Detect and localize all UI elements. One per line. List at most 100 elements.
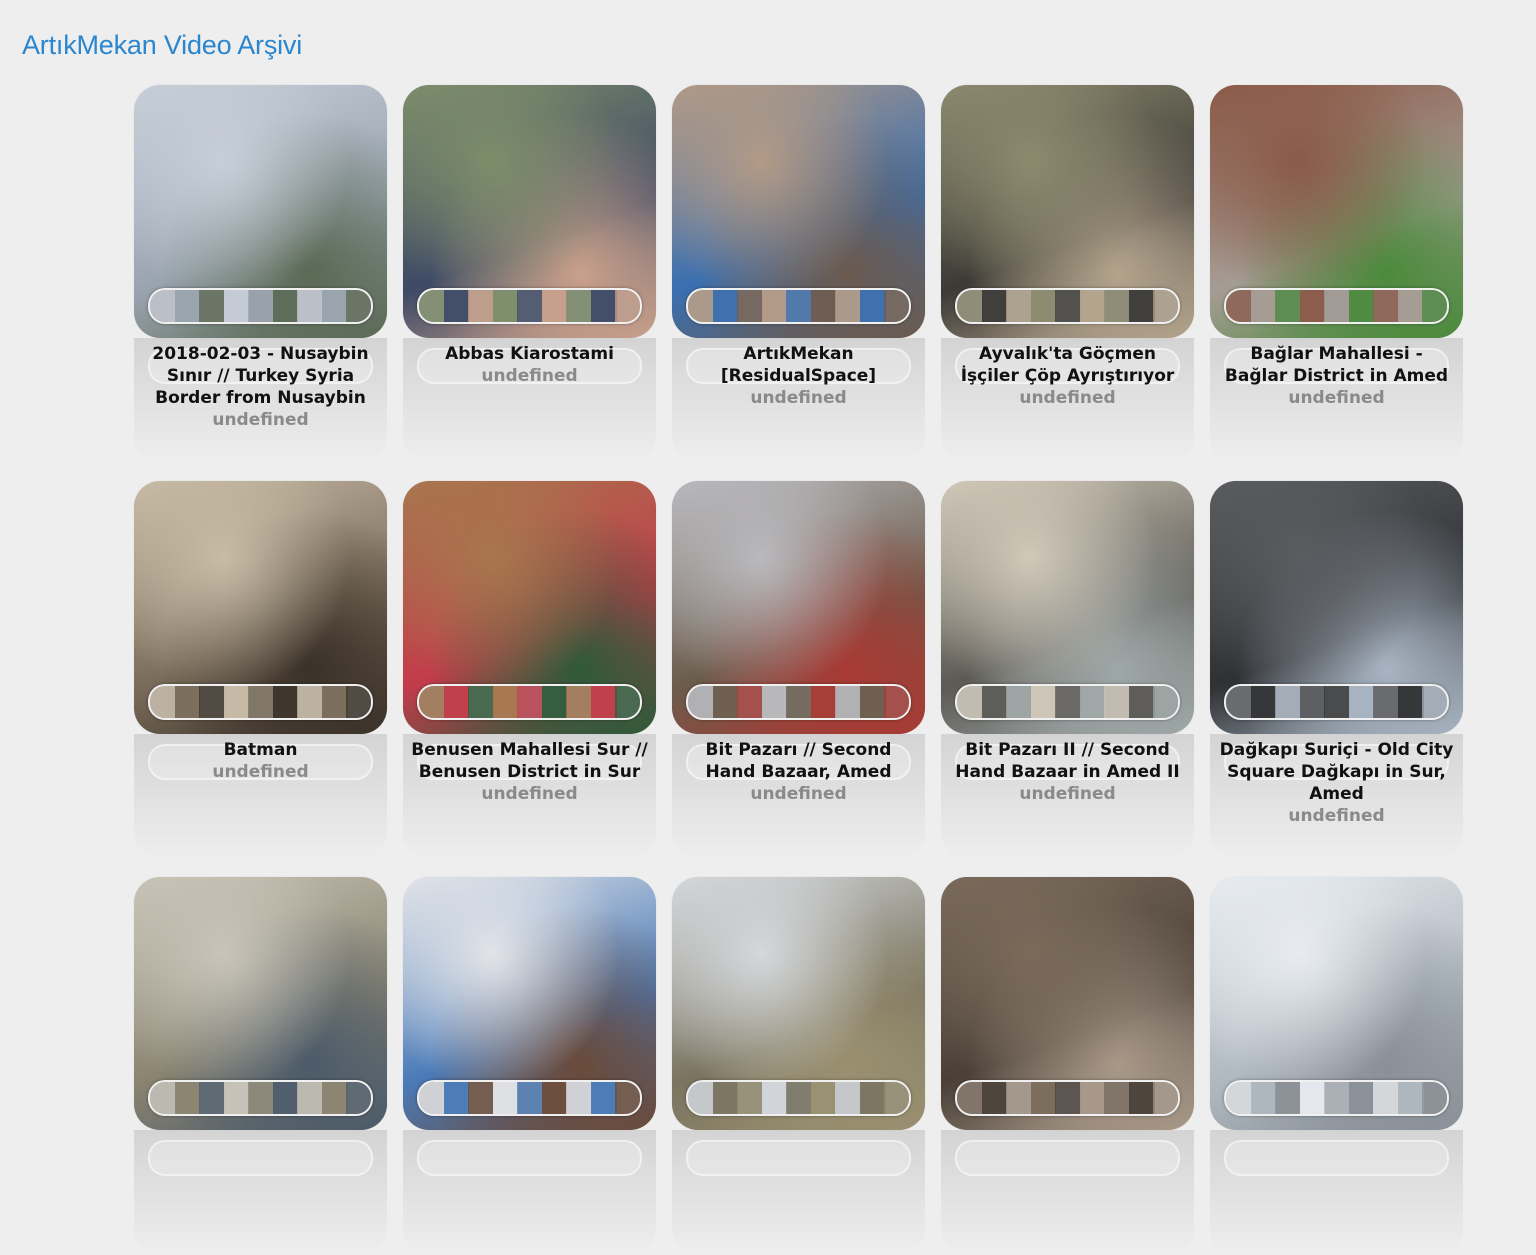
preview-frame: [1226, 686, 1252, 718]
video-caption: Batman undefined: [134, 739, 387, 783]
preview-frame: [1250, 686, 1277, 718]
preview-frame: [1422, 1082, 1447, 1114]
video-card[interactable]: [1210, 877, 1463, 1255]
preview-frame: [517, 686, 543, 718]
video-title[interactable]: Benusen Mahallesi Sur // Benusen Distric…: [403, 739, 656, 783]
preview-frame: [1153, 686, 1178, 718]
preview-frame: [737, 290, 763, 322]
preview-frame: [174, 1082, 201, 1114]
video-card[interactable]: [134, 877, 387, 1255]
preview-frame: [957, 686, 983, 718]
preview-frame: [1299, 686, 1326, 718]
preview-frame: [1397, 1082, 1424, 1114]
video-thumbnail[interactable]: [672, 481, 925, 734]
video-card[interactable]: Abbas Kiarostami undefined: [403, 85, 656, 463]
video-thumbnail[interactable]: [134, 481, 387, 734]
video-card[interactable]: [941, 877, 1194, 1255]
preview-frame: [737, 686, 763, 718]
video-card[interactable]: [403, 877, 656, 1255]
video-thumbnail[interactable]: [672, 877, 925, 1130]
video-thumbnail[interactable]: [134, 85, 387, 338]
video-card[interactable]: Ayvalık'ta Göçmen İşçiler Çöp Ayrıştırıy…: [941, 85, 1194, 463]
preview-frame: [174, 290, 201, 322]
preview-frame: [272, 290, 299, 322]
preview-frame: [1030, 290, 1057, 322]
preview-scrub-strip[interactable]: [686, 288, 911, 324]
video-card[interactable]: Dağkapı Suriçi - Old City Square Dağkapı…: [1210, 481, 1463, 859]
video-subtitle: undefined: [1288, 806, 1385, 826]
preview-scrub-strip[interactable]: [686, 1080, 911, 1116]
video-title[interactable]: Batman: [134, 739, 387, 761]
preview-frame: [884, 290, 909, 322]
video-title[interactable]: Bağlar Mahallesi - Bağlar District in Am…: [1210, 343, 1463, 387]
preview-frame: [761, 1082, 788, 1114]
video-card[interactable]: Benusen Mahallesi Sur // Benusen Distric…: [403, 481, 656, 859]
video-thumbnail[interactable]: [941, 85, 1194, 338]
preview-frame: [1055, 290, 1081, 322]
preview-frame: [1006, 1082, 1032, 1114]
video-thumbnail[interactable]: [941, 877, 1194, 1130]
preview-frame: [1128, 290, 1155, 322]
preview-frame: [1275, 1082, 1301, 1114]
preview-frame: [590, 290, 617, 322]
preview-frame: [859, 290, 886, 322]
preview-frame: [346, 686, 371, 718]
video-thumbnail[interactable]: [1210, 877, 1463, 1130]
preview-frame: [615, 1082, 640, 1114]
preview-frame: [590, 1082, 617, 1114]
video-card[interactable]: Bağlar Mahallesi - Bağlar District in Am…: [1210, 85, 1463, 463]
preview-scrub-strip[interactable]: [417, 1080, 642, 1116]
preview-scrub-strip[interactable]: [148, 684, 373, 720]
video-title[interactable]: 2018-02-03 - Nusaybin Sınır // Turkey Sy…: [134, 343, 387, 409]
preview-scrub-strip[interactable]: [955, 288, 1180, 324]
preview-scrub-strip[interactable]: [148, 288, 373, 324]
preview-scrub-strip[interactable]: [1224, 288, 1449, 324]
preview-scrub-strip[interactable]: [955, 684, 1180, 720]
preview-frame: [248, 290, 274, 322]
page-title: ArtıkMekan Video Arşivi: [22, 30, 303, 60]
preview-scrub-strip[interactable]: [417, 684, 642, 720]
video-title[interactable]: Ayvalık'ta Göçmen İşçiler Çöp Ayrıştırıy…: [941, 343, 1194, 387]
video-title[interactable]: Abbas Kiarostami: [403, 343, 656, 365]
video-title[interactable]: ArtıkMekan [ResidualSpace]: [672, 343, 925, 387]
video-caption: Bit Pazarı II // Second Hand Bazaar in A…: [941, 739, 1194, 805]
preview-scrub-strip[interactable]: [686, 684, 911, 720]
preview-frame: [321, 686, 348, 718]
video-title[interactable]: Bit Pazarı II // Second Hand Bazaar in A…: [941, 739, 1194, 783]
preview-scrub-strip[interactable]: [955, 1080, 1180, 1116]
preview-frame: [1373, 686, 1399, 718]
video-thumbnail[interactable]: [672, 85, 925, 338]
preview-scrub-strip[interactable]: [1224, 1080, 1449, 1116]
preview-frame: [810, 1082, 837, 1114]
preview-frame: [884, 1082, 909, 1114]
video-title[interactable]: Dağkapı Suriçi - Old City Square Dağkapı…: [1210, 739, 1463, 805]
preview-frame: [712, 1082, 739, 1114]
video-thumbnail[interactable]: [403, 85, 656, 338]
video-card[interactable]: Bit Pazarı II // Second Hand Bazaar in A…: [941, 481, 1194, 859]
preview-scrub-strip[interactable]: [148, 1080, 373, 1116]
preview-frame: [1079, 1082, 1106, 1114]
video-thumbnail[interactable]: [1210, 85, 1463, 338]
video-thumbnail[interactable]: [134, 877, 387, 1130]
video-card[interactable]: Batman undefined: [134, 481, 387, 859]
video-title[interactable]: Bit Pazarı // Second Hand Bazaar, Amed: [672, 739, 925, 783]
video-subtitle: undefined: [1019, 784, 1116, 804]
video-card[interactable]: Bit Pazarı // Second Hand Bazaar, Amed un…: [672, 481, 925, 859]
video-thumbnail[interactable]: [403, 481, 656, 734]
video-thumbnail[interactable]: [403, 877, 656, 1130]
video-card[interactable]: ArtıkMekan [ResidualSpace] undefined: [672, 85, 925, 463]
preview-frame: [223, 1082, 250, 1114]
preview-frame: [419, 686, 445, 718]
preview-frame: [199, 1082, 225, 1114]
video-thumbnail[interactable]: [1210, 481, 1463, 734]
video-thumbnail[interactable]: [941, 481, 1194, 734]
video-card[interactable]: [672, 877, 925, 1255]
preview-frame: [223, 686, 250, 718]
preview-frame: [419, 1082, 445, 1114]
preview-frame: [272, 1082, 299, 1114]
preview-scrub-strip[interactable]: [1224, 684, 1449, 720]
video-card[interactable]: 2018-02-03 - Nusaybin Sınır // Turkey Sy…: [134, 85, 387, 463]
video-subtitle: undefined: [481, 366, 578, 386]
preview-scrub-strip[interactable]: [417, 288, 642, 324]
preview-frame: [321, 1082, 348, 1114]
